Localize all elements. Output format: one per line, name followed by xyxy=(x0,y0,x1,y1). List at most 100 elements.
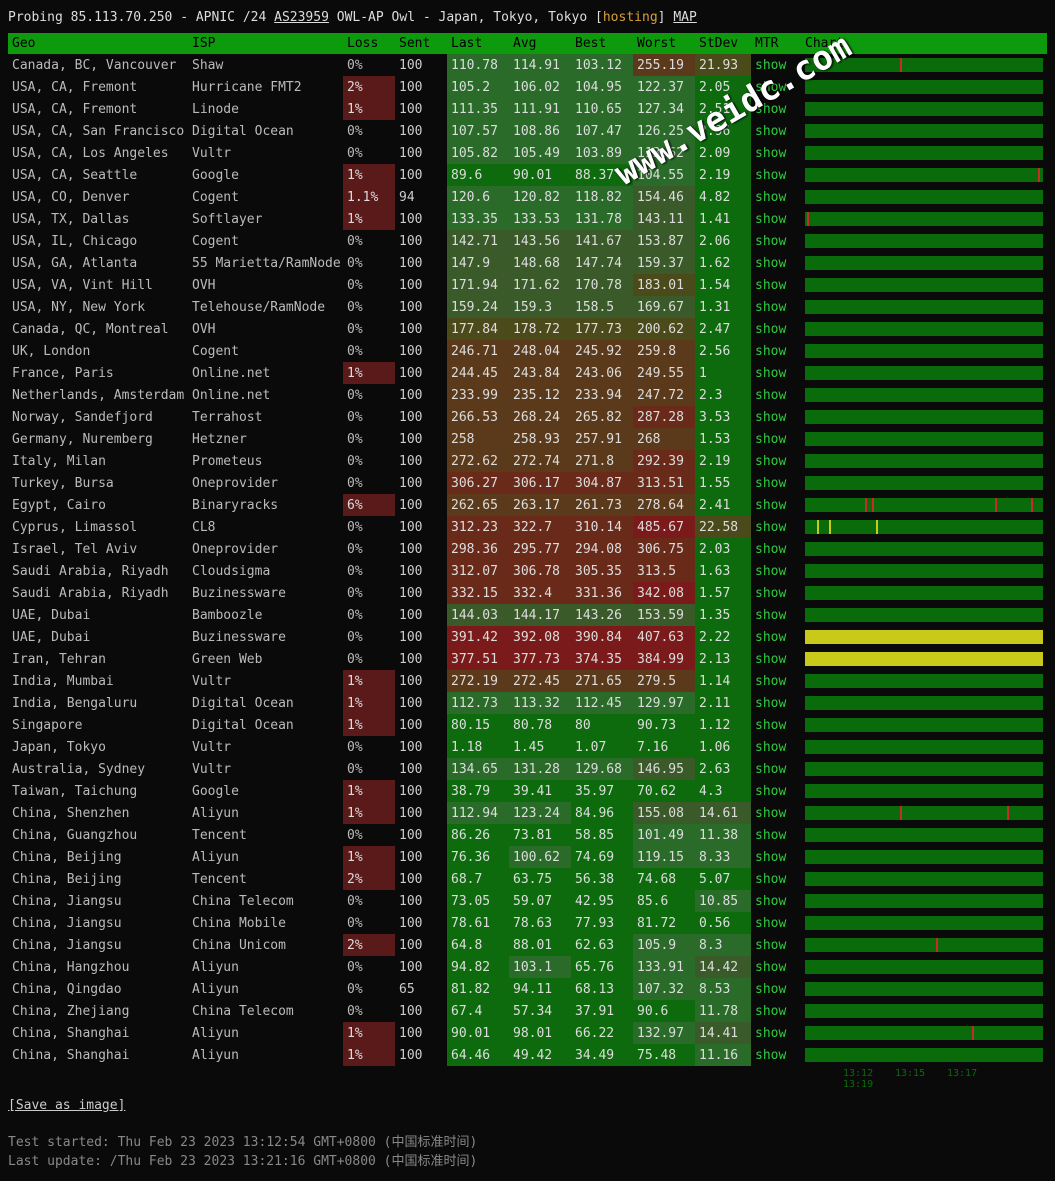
as-link[interactable]: AS23959 xyxy=(274,10,329,25)
mtr-show-link[interactable]: show xyxy=(751,428,801,450)
cell-last: 134.65 xyxy=(447,758,509,780)
table-row: USA, VA, Vint HillOVH0%100171.94171.6217… xyxy=(8,274,1047,296)
mtr-show-link[interactable]: show xyxy=(751,76,801,98)
cell-worst: 119.15 xyxy=(633,846,695,868)
mtr-show-link[interactable]: show xyxy=(751,252,801,274)
chart-cell xyxy=(801,1000,1047,1022)
cell-isp: China Unicom xyxy=(188,934,343,956)
table-row: Saudi Arabia, RiyadhBuzinessware0%100332… xyxy=(8,582,1047,604)
mtr-show-link[interactable]: show xyxy=(751,362,801,384)
mtr-show-link[interactable]: show xyxy=(751,142,801,164)
mtr-show-link[interactable]: show xyxy=(751,54,801,76)
mtr-show-link[interactable]: show xyxy=(751,802,801,824)
cell-worst: 155.08 xyxy=(633,802,695,824)
mtr-show-link[interactable]: show xyxy=(751,736,801,758)
mtr-show-link[interactable]: show xyxy=(751,912,801,934)
mtr-show-link[interactable]: show xyxy=(751,604,801,626)
cell-loss: 0% xyxy=(343,340,395,362)
chart-cell xyxy=(801,560,1047,582)
cell-loss: 0% xyxy=(343,230,395,252)
table-row: China, ZhejiangChina Telecom0%10067.457.… xyxy=(8,1000,1047,1022)
chart-cell xyxy=(801,384,1047,406)
cell-sent: 100 xyxy=(395,450,447,472)
cell-worst: 485.67 xyxy=(633,516,695,538)
mtr-show-link[interactable]: show xyxy=(751,450,801,472)
mtr-show-link[interactable]: show xyxy=(751,978,801,1000)
cell-sent: 100 xyxy=(395,912,447,934)
mtr-show-link[interactable]: show xyxy=(751,1044,801,1066)
mtr-show-link[interactable]: show xyxy=(751,472,801,494)
chart-cell xyxy=(801,868,1047,890)
cell-geo: Japan, Tokyo xyxy=(8,736,188,758)
cell-isp: Prometeus xyxy=(188,450,343,472)
mtr-show-link[interactable]: show xyxy=(751,406,801,428)
mtr-show-link[interactable]: show xyxy=(751,164,801,186)
cell-isp: Online.net xyxy=(188,362,343,384)
cell-stdev: 14.41 xyxy=(695,1022,751,1044)
chart-cell xyxy=(801,714,1047,736)
mtr-show-link[interactable]: show xyxy=(751,384,801,406)
table-row: Canada, QC, MontrealOVH0%100177.84178.72… xyxy=(8,318,1047,340)
mtr-show-link[interactable]: show xyxy=(751,868,801,890)
cell-isp: Google xyxy=(188,164,343,186)
cell-stdev: 2.11 xyxy=(695,692,751,714)
mtr-show-link[interactable]: show xyxy=(751,538,801,560)
mtr-show-link[interactable]: show xyxy=(751,318,801,340)
cell-geo: Singapore xyxy=(8,714,188,736)
cell-isp: Shaw xyxy=(188,54,343,76)
mtr-show-link[interactable]: show xyxy=(751,494,801,516)
mtr-show-link[interactable]: show xyxy=(751,230,801,252)
cell-sent: 100 xyxy=(395,120,447,142)
mtr-show-link[interactable]: show xyxy=(751,780,801,802)
mtr-show-link[interactable]: show xyxy=(751,296,801,318)
cell-last: 262.65 xyxy=(447,494,509,516)
mtr-show-link[interactable]: show xyxy=(751,626,801,648)
mtr-show-link[interactable]: show xyxy=(751,846,801,868)
mtr-show-link[interactable]: show xyxy=(751,340,801,362)
cell-sent: 100 xyxy=(395,98,447,120)
cell-worst: 132.97 xyxy=(633,1022,695,1044)
mtr-show-link[interactable]: show xyxy=(751,956,801,978)
cell-geo: Cyprus, Limassol xyxy=(8,516,188,538)
mtr-show-link[interactable]: show xyxy=(751,186,801,208)
mtr-show-link[interactable]: show xyxy=(751,648,801,670)
mtr-show-link[interactable]: show xyxy=(751,274,801,296)
chart-cell xyxy=(801,802,1047,824)
cell-loss: 0% xyxy=(343,538,395,560)
mtr-show-link[interactable]: show xyxy=(751,670,801,692)
cell-best: 56.38 xyxy=(571,868,633,890)
mtr-show-link[interactable]: show xyxy=(751,934,801,956)
save-as-image-link[interactable]: [Save as image] xyxy=(8,1098,125,1113)
mtr-show-link[interactable]: show xyxy=(751,890,801,912)
mtr-show-link[interactable]: show xyxy=(751,824,801,846)
map-link[interactable]: MAP xyxy=(673,10,696,25)
cell-stdev: 2.19 xyxy=(695,450,751,472)
mtr-show-link[interactable]: show xyxy=(751,1000,801,1022)
cell-best: 80 xyxy=(571,714,633,736)
cell-last: 272.19 xyxy=(447,670,509,692)
mtr-show-link[interactable]: show xyxy=(751,516,801,538)
cell-avg: 105.49 xyxy=(509,142,571,164)
mtr-show-link[interactable]: show xyxy=(751,714,801,736)
cell-isp: Vultr xyxy=(188,670,343,692)
mtr-show-link[interactable]: show xyxy=(751,208,801,230)
cell-geo: USA, CA, San Francisco xyxy=(8,120,188,142)
cell-geo: China, Shenzhen xyxy=(8,802,188,824)
cell-worst: 143.11 xyxy=(633,208,695,230)
mtr-show-link[interactable]: show xyxy=(751,692,801,714)
cell-best: 143.26 xyxy=(571,604,633,626)
mtr-show-link[interactable]: show xyxy=(751,582,801,604)
cell-best: 243.06 xyxy=(571,362,633,384)
mtr-show-link[interactable]: show xyxy=(751,560,801,582)
mtr-show-link[interactable]: show xyxy=(751,98,801,120)
probe-header: Probing 85.113.70.250 - APNIC /24 AS2395… xyxy=(8,8,1047,33)
cell-loss: 0% xyxy=(343,318,395,340)
cell-best: 42.95 xyxy=(571,890,633,912)
cell-avg: 392.08 xyxy=(509,626,571,648)
table-row: China, GuangzhouTencent0%10086.2673.8158… xyxy=(8,824,1047,846)
mtr-show-link[interactable]: show xyxy=(751,758,801,780)
cell-worst: 70.62 xyxy=(633,780,695,802)
mtr-show-link[interactable]: show xyxy=(751,1022,801,1044)
cell-isp: Online.net xyxy=(188,384,343,406)
mtr-show-link[interactable]: show xyxy=(751,120,801,142)
